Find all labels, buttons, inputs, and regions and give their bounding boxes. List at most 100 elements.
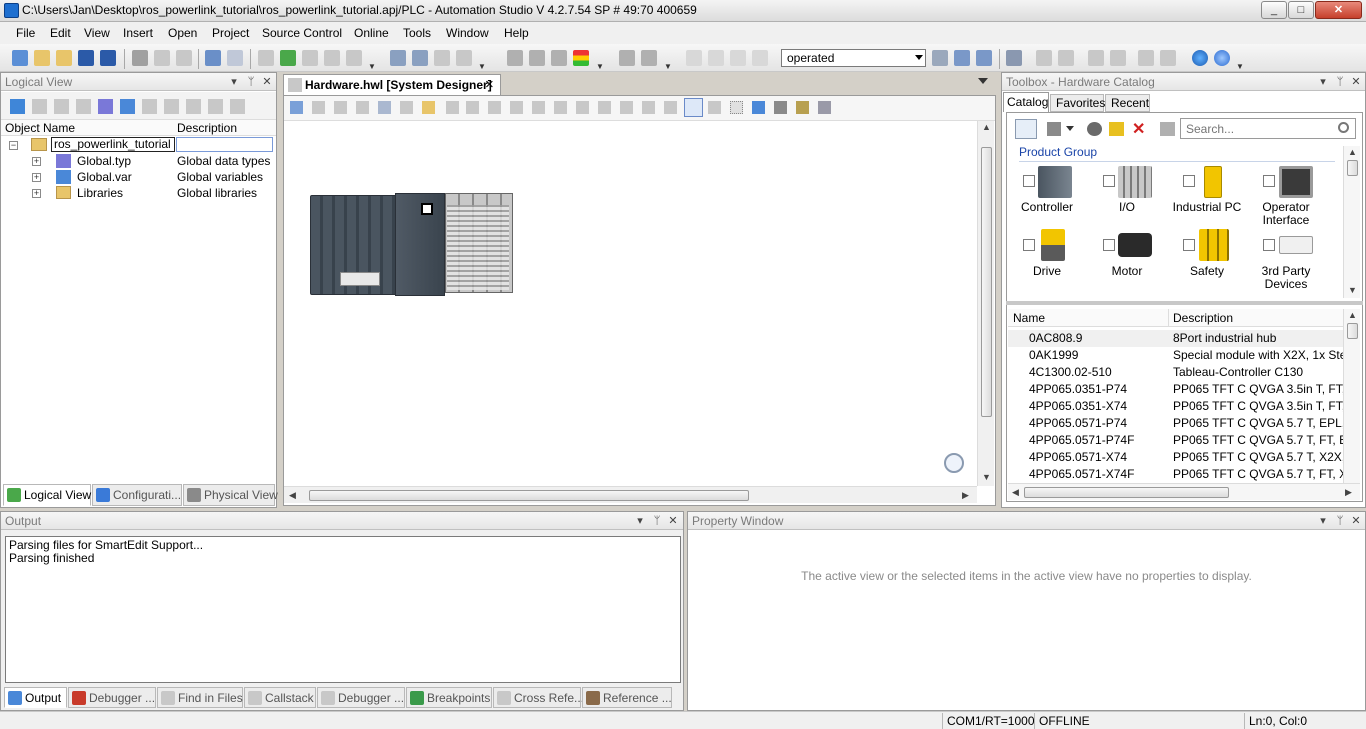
scroll-right-icon[interactable]: ▶ [1345,487,1352,498]
group-operator-interface-label[interactable]: Operator Interface [1246,201,1326,227]
3rd-party-icon[interactable] [1279,236,1313,254]
list-item-name[interactable]: 4PP065.0571-X74F [1029,466,1167,483]
column-name[interactable]: Name [1013,311,1045,325]
copy-icon[interactable] [154,50,170,66]
tab-debugger-2[interactable]: Debugger ... [317,687,405,708]
tab-close-icon[interactable]: × [485,76,494,93]
save-all-icon[interactable] [100,50,116,66]
toolbar-grip[interactable]: ▼ [596,63,604,71]
scroll-up-icon[interactable]: ▲ [1348,310,1357,320]
menu-window[interactable]: Window [446,26,489,40]
scroll-left-icon[interactable]: ◀ [1012,487,1019,498]
sort-desc-icon[interactable] [1058,50,1074,66]
align-right-icon[interactable] [532,101,545,114]
close-button[interactable]: ✕ [1315,1,1362,19]
group-motor-label[interactable]: Motor [1087,265,1167,278]
checkbox-industrial-pc[interactable] [1183,175,1195,187]
list-item-description[interactable]: PP065 TFT C QVGA 5.7 T, X2X, ET [1173,449,1343,466]
list-item-name[interactable]: 0AK1999 [1029,347,1167,364]
image-icon[interactable] [752,101,765,114]
list-item-name[interactable]: 4PP065.0351-X74 [1029,398,1167,415]
redo-icon[interactable] [227,50,243,66]
distribute-icon[interactable] [642,101,655,114]
list-item-name[interactable]: 4PP065.0571-P74F [1029,432,1167,449]
checkbox-drive[interactable] [1023,239,1035,251]
industrial-pc-icon[interactable] [1204,166,1222,198]
list-item-name[interactable]: 4PP065.0351-P74 [1029,381,1167,398]
checkbox-motor[interactable] [1103,239,1115,251]
selection-handle[interactable] [421,203,433,215]
designer-tool-icon[interactable] [466,101,479,114]
operator-interface-icon[interactable] [1279,166,1313,198]
menu-open[interactable]: Open [168,26,197,40]
scroll-left-icon[interactable]: ◀ [289,490,296,501]
menu-source-control[interactable]: Source Control [262,26,342,40]
move-icon[interactable] [1138,50,1154,66]
tab-output[interactable]: Output [4,687,67,708]
pin-icon[interactable]: ᛘ [244,73,258,91]
designer-tool-icon[interactable] [378,101,391,114]
add-object-icon[interactable] [10,99,25,114]
menu-online[interactable]: Online [354,26,389,40]
mode-select[interactable]: operated [781,49,926,67]
remove-icon[interactable]: ✕ [1132,119,1145,139]
settings-icon[interactable] [346,50,362,66]
erase-icon[interactable] [1160,50,1176,66]
tab-find-in-files[interactable]: Find in Files [157,687,243,708]
tab-reference[interactable]: Reference ... [582,687,672,708]
list-item-name[interactable]: 4PP065.0571-P74 [1029,415,1167,432]
open-project-icon[interactable] [34,50,50,66]
list-item-description[interactable]: PP065 TFT C QVGA 5.7 T, FT, X2X [1173,466,1343,483]
checkbox-controller[interactable] [1023,175,1035,187]
zoom-in-icon[interactable] [944,453,964,473]
checkbox-3rd-party[interactable] [1263,239,1275,251]
group-3rd-party-label[interactable]: 3rd Party Devices [1246,265,1326,291]
align-left-icon[interactable] [488,101,501,114]
list-item-name[interactable]: 4PP065.0571-X74 [1029,449,1167,466]
menu-project[interactable]: Project [212,26,249,40]
package-icon[interactable] [208,99,223,114]
tab-cross-reference[interactable]: Cross Refe... [493,687,584,708]
group-drive-label[interactable]: Drive [1007,265,1087,278]
list-item-description[interactable]: PP065 TFT C QVGA 5.7 T, EPL, ET [1173,415,1343,432]
text-tool-active-icon[interactable] [684,98,703,117]
designer-tool-icon[interactable] [334,101,347,114]
build-icon[interactable] [390,50,406,66]
list-item-description[interactable]: PP065 TFT C QVGA 3.5in T, FT, X2 [1173,398,1343,415]
designer-tool-icon[interactable] [312,101,325,114]
undo-icon[interactable] [205,50,221,66]
collapse-icon[interactable]: − [9,141,18,150]
group-safety-label[interactable]: Safety [1167,265,1247,278]
arrow-down-icon[interactable] [1110,50,1126,66]
scroll-thumb[interactable] [1024,487,1229,498]
close-icon[interactable]: ✕ [666,512,680,530]
scroll-up-icon[interactable]: ▲ [982,122,991,132]
column-description[interactable]: Description [177,121,237,135]
export-icon[interactable] [818,101,831,114]
connect-icon[interactable] [796,101,809,114]
scroll-thumb[interactable] [309,490,749,501]
gear-icon[interactable] [619,50,635,66]
group-scrollbar[interactable]: ▲ ▼ [1343,146,1360,298]
catalog-search-input[interactable] [1180,118,1356,139]
menu-tools[interactable]: Tools [403,26,431,40]
chevron-down-icon[interactable] [1066,126,1074,131]
chart-icon[interactable] [76,99,91,114]
checkbox-io[interactable] [1103,175,1115,187]
designer-tool-icon[interactable] [446,101,459,114]
list-item-description[interactable]: PP065 TFT C QVGA 3.5in T, FT, EF [1173,381,1343,398]
window2-icon[interactable] [708,50,724,66]
variable-icon[interactable] [120,99,135,114]
panel-dropdown-icon[interactable]: ▾ [1316,512,1330,530]
paste-icon[interactable] [176,50,192,66]
align-center-icon[interactable] [510,101,523,114]
column-description[interactable]: Description [1173,311,1233,325]
list-item-description[interactable]: Tableau-Controller C130 [1173,364,1343,381]
cpu-module[interactable] [395,193,445,296]
maximize-button[interactable]: □ [1288,1,1314,19]
arrow-up-icon[interactable] [1088,50,1104,66]
group-industrial-pc-label[interactable]: Industrial PC [1167,201,1247,214]
toolbar-grip[interactable]: ▼ [1236,63,1244,71]
menu-insert[interactable]: Insert [123,26,153,40]
list-item-description[interactable]: PP065 TFT C QVGA 5.7 T, FT, EPL [1173,432,1343,449]
